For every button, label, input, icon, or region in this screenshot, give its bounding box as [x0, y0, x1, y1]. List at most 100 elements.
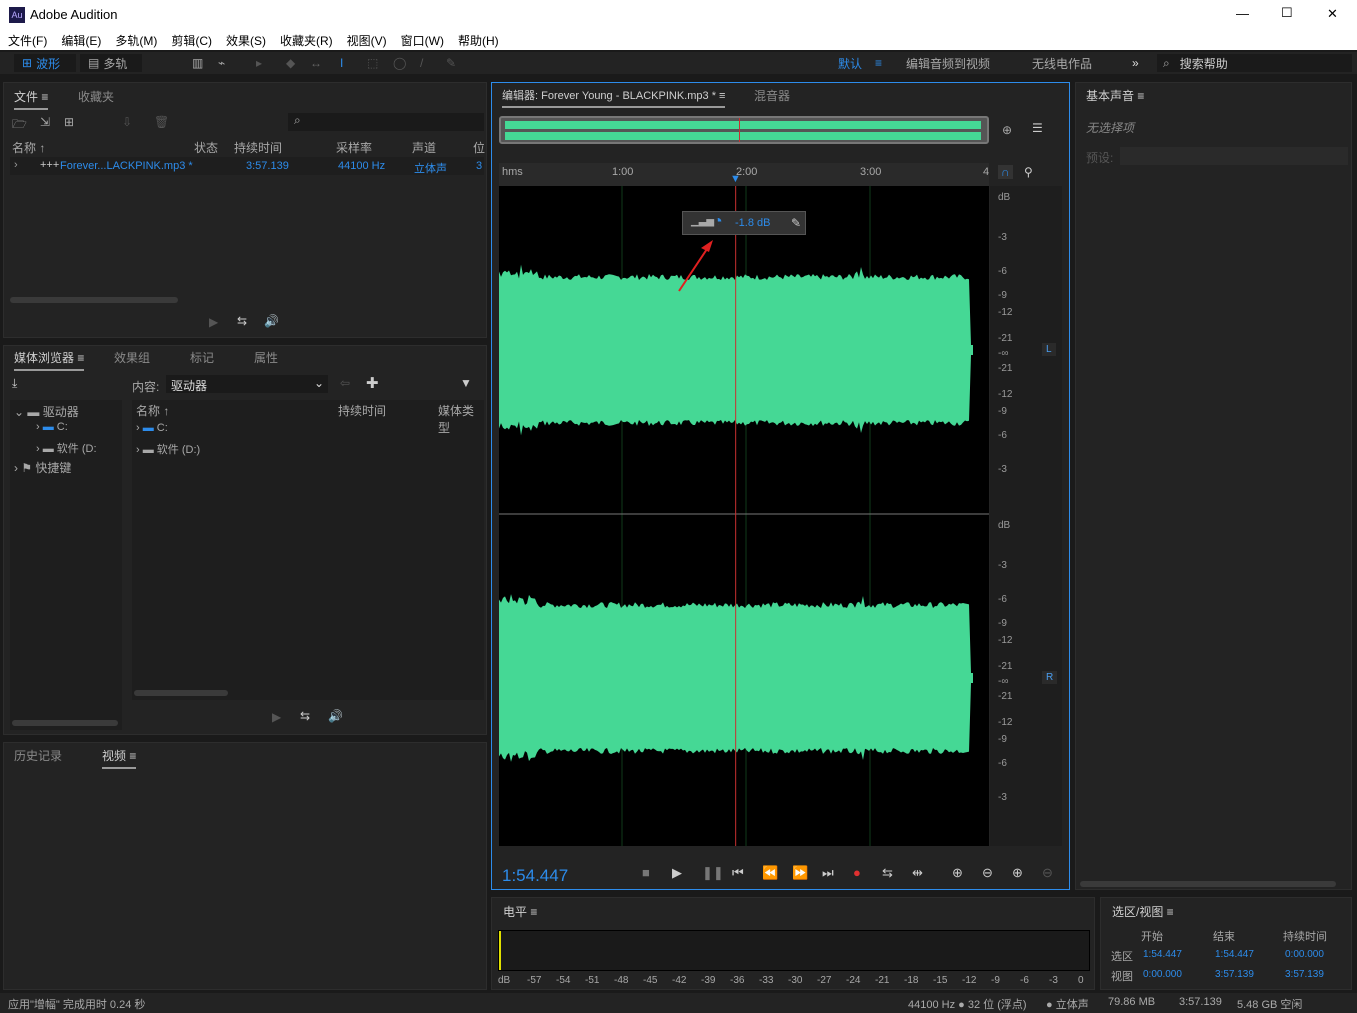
menu-help[interactable]: 帮助(H)	[458, 32, 499, 49]
channel-label[interactable]: L	[1042, 343, 1056, 356]
filter-icon[interactable]: ▼	[460, 376, 472, 390]
menu-window[interactable]: 窗口(W)	[401, 32, 444, 49]
tree-scrollbar[interactable]	[12, 720, 118, 726]
tab-history[interactable]: 历史记录	[14, 747, 62, 764]
tab-editor[interactable]: 编辑器: Forever Young - BLACKPINK.mp3 * ≡	[502, 87, 726, 108]
col-channels[interactable]: 声道	[412, 139, 436, 156]
tree-d[interactable]: › ▬ 软件 (D:	[36, 440, 97, 456]
skip-selection-icon[interactable]: ⇹	[912, 865, 923, 881]
menu-effects[interactable]: 效果(S)	[226, 32, 266, 49]
razor-tool-icon[interactable]: ◆	[286, 54, 295, 72]
move-tool-icon[interactable]: ▸	[256, 54, 262, 72]
channel-label[interactable]: R	[1042, 671, 1058, 684]
insert-icon[interactable]: ⇩	[122, 115, 132, 129]
multitrack-view-button[interactable]: ▤ 多轨	[80, 54, 142, 72]
files-search-input[interactable]: ⌕	[288, 113, 484, 131]
tab-favorites[interactable]: 收藏夹	[78, 88, 114, 105]
marker-icon[interactable]: ⚲	[1024, 165, 1033, 179]
media-scrollbar[interactable]	[134, 690, 228, 696]
open-folder-icon[interactable]: 🗁	[12, 115, 27, 136]
tab-effects-rack[interactable]: 效果组	[114, 349, 150, 366]
waveform-view-button[interactable]: ⊞ 波形	[14, 54, 76, 72]
waveform-display[interactable]	[499, 186, 989, 846]
back-icon[interactable]: ⇦	[340, 376, 350, 390]
overview-bar[interactable]	[499, 116, 989, 144]
snap-icon[interactable]: ∩	[998, 165, 1013, 179]
table-row[interactable]: › +++ Forever...LACKPINK.mp3 * 3:57.139 …	[10, 157, 484, 175]
time-ruler[interactable]: hms 1:00 2:00 3:00 4 ▼	[499, 163, 989, 186]
essential-scrollbar[interactable]	[1080, 881, 1336, 887]
selection-end[interactable]: 1:54.447	[1215, 949, 1254, 960]
autoplay-icon[interactable]: 🔊	[328, 709, 343, 723]
preset-dropdown[interactable]	[1120, 147, 1348, 165]
healing-tool-icon[interactable]: ✎	[446, 54, 456, 72]
tree-shortcuts[interactable]: › ⚑ 快捷键	[14, 459, 71, 476]
loop-icon[interactable]: ⇆	[882, 865, 893, 881]
time-selection-tool-icon[interactable]: I	[340, 54, 343, 72]
tree-c[interactable]: › ▬ C:	[36, 421, 68, 433]
zoom-selection-icon[interactable]: ⊖	[1042, 865, 1053, 881]
menu-clip[interactable]: 剪辑(C)	[171, 32, 212, 49]
tab-properties[interactable]: 属性	[254, 349, 278, 366]
import-icon[interactable]: ⇲	[40, 115, 50, 129]
menu-edit[interactable]: 编辑(E)	[61, 32, 101, 49]
slip-tool-icon[interactable]: ↔	[310, 54, 322, 72]
maximize-button[interactable]: ☐	[1281, 5, 1293, 21]
workspace-edit-video[interactable]: 编辑音频到视频	[906, 54, 990, 72]
view-end[interactable]: 3:57.139	[1215, 969, 1254, 980]
close-button[interactable]: ✕	[1327, 6, 1338, 22]
stop-icon[interactable]: ■	[642, 865, 650, 880]
fast-forward-icon[interactable]: ⏩	[792, 865, 808, 881]
loop-icon[interactable]: ⇆	[237, 314, 247, 328]
play-icon[interactable]: ▶	[209, 315, 218, 329]
help-search-input[interactable]: ⌕ 搜索帮助	[1157, 54, 1352, 72]
view-start[interactable]: 0:00.000	[1143, 969, 1182, 980]
col-status[interactable]: 状态	[194, 139, 218, 156]
col-media-duration[interactable]: 持续时间	[338, 402, 386, 419]
new-file-icon[interactable]: ⊞	[64, 115, 74, 129]
tree-drives[interactable]: ⌄ ▬ 驱动器	[14, 403, 79, 420]
col-media-name[interactable]: 名称 ↑	[136, 402, 169, 419]
pitch-icon[interactable]: ⌁	[218, 54, 225, 72]
selection-duration[interactable]: 0:00.000	[1285, 949, 1324, 960]
col-media-type[interactable]: 媒体类型	[438, 402, 484, 436]
view-duration[interactable]: 3:57.139	[1285, 969, 1324, 980]
brush-tool-icon[interactable]: /	[420, 54, 423, 72]
panel-list-icon[interactable]: ☰	[1032, 121, 1043, 135]
selection-start[interactable]: 1:54.447	[1143, 949, 1182, 960]
more-workspaces-button[interactable]: »	[1132, 54, 1139, 72]
col-rate[interactable]: 采样率	[336, 139, 372, 156]
play-icon[interactable]: ▶	[672, 865, 682, 881]
tab-files[interactable]: 文件 ≡	[14, 88, 49, 110]
menu-multitrack[interactable]: 多轨(M)	[115, 32, 157, 49]
amplitude-hud[interactable]: ▁▃▅ ◔ -1.8 dB ✎	[682, 211, 806, 235]
record-icon[interactable]: ●	[853, 865, 861, 880]
list-item[interactable]: › ▬ 软件 (D:)	[136, 441, 200, 457]
download-icon[interactable]: ⤓	[12, 376, 17, 391]
play-icon[interactable]: ▶	[272, 710, 281, 724]
content-dropdown[interactable]: 驱动器 ⌄	[166, 375, 328, 393]
autoplay-icon[interactable]: 🔊	[264, 314, 279, 328]
menu-favorites[interactable]: 收藏夹(R)	[280, 32, 333, 49]
loop-icon[interactable]: ⇆	[300, 709, 310, 723]
skip-back-icon[interactable]: ⏮	[732, 865, 744, 881]
workspace-menu-icon[interactable]: ≡	[875, 54, 882, 72]
col-bits[interactable]: 位	[473, 139, 485, 156]
delete-icon[interactable]: 🗑	[154, 115, 169, 129]
spectral-icon[interactable]: ▥	[192, 54, 203, 72]
tab-video[interactable]: 视频 ≡	[102, 747, 137, 769]
workspace-default[interactable]: 默认	[838, 54, 862, 72]
pause-icon[interactable]: ❚❚	[702, 865, 724, 881]
list-item[interactable]: › ▬ C:	[136, 422, 168, 434]
lasso-tool-icon[interactable]: ◯	[393, 54, 406, 72]
tab-media-browser[interactable]: 媒体浏览器 ≡	[14, 349, 85, 371]
rewind-icon[interactable]: ⏪	[762, 865, 778, 881]
minimize-button[interactable]: —	[1236, 6, 1249, 21]
tab-mixer[interactable]: 混音器	[754, 87, 790, 104]
zoom-nav-icon[interactable]: ⊕	[1002, 123, 1012, 137]
menu-view[interactable]: 视图(V)	[347, 32, 387, 49]
col-name[interactable]: 名称 ↑	[12, 139, 45, 156]
files-scrollbar[interactable]	[10, 297, 178, 303]
zoom-out-amplitude-icon[interactable]: ⊖	[982, 865, 993, 881]
tab-markers[interactable]: 标记	[190, 349, 214, 366]
